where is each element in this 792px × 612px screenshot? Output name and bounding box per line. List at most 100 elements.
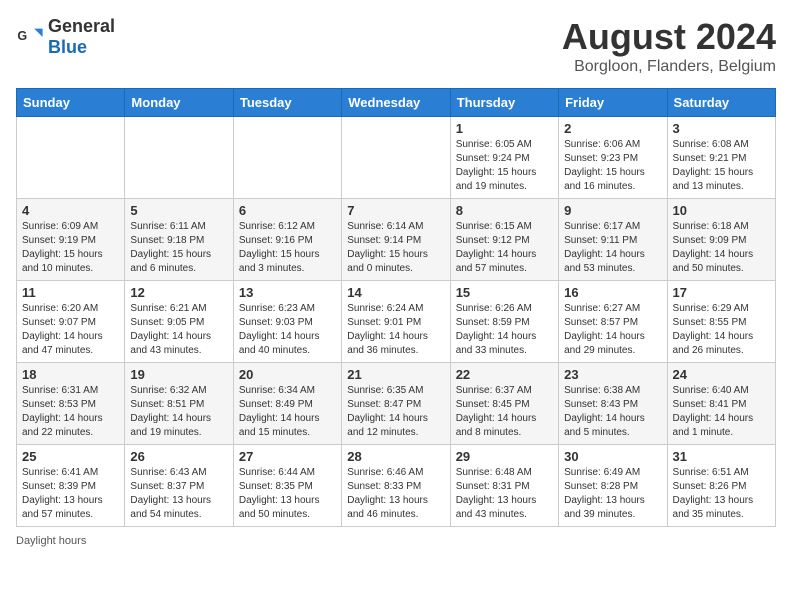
header-day: Tuesday [233, 89, 341, 117]
calendar-cell: 28 Sunrise: 6:46 AM Sunset: 8:33 PM Dayli… [342, 445, 450, 527]
calendar-cell [233, 117, 341, 199]
day-info: Sunrise: 6:29 AM Sunset: 8:55 PM Dayligh… [673, 302, 770, 358]
day-info: Sunrise: 6:49 AM Sunset: 8:28 PM Dayligh… [564, 466, 661, 522]
calendar-cell: 23 Sunrise: 6:38 AM Sunset: 8:43 PM Dayli… [559, 363, 667, 445]
calendar-cell: 10Sunrise: 6:18 AM Sunset: 9:09 PM Dayli… [667, 199, 775, 281]
day-number: 31 [673, 449, 770, 464]
calendar-header: SundayMondayTuesdayWednesdayThursdayFrid… [17, 89, 776, 117]
day-info: Sunrise: 6:46 AM Sunset: 8:33 PM Dayligh… [347, 466, 444, 522]
calendar-cell: 29Sunrise: 6:48 AM Sunset: 8:31 PM Dayli… [450, 445, 558, 527]
day-info: Sunrise: 6:23 AM Sunset: 9:03 PM Dayligh… [239, 302, 336, 358]
calendar-cell: 31 Sunrise: 6:51 AM Sunset: 8:26 PM Dayli… [667, 445, 775, 527]
day-number: 22 [456, 367, 553, 382]
page-header: G General Blue August 2024 Borgloon, Fla… [16, 16, 776, 76]
day-number: 18 [22, 367, 119, 382]
logo: G General Blue [16, 16, 115, 58]
day-number: 21 [347, 367, 444, 382]
calendar-cell: 11Sunrise: 6:20 AM Sunset: 9:07 PM Dayli… [17, 281, 125, 363]
day-number: 4 [22, 203, 119, 218]
calendar-cell: 12Sunrise: 6:21 AM Sunset: 9:05 PM Dayli… [125, 281, 233, 363]
svg-text:G: G [17, 29, 27, 43]
day-info: Sunrise: 6:32 AM Sunset: 8:51 PM Dayligh… [130, 384, 227, 440]
calendar-cell: 13 Sunrise: 6:23 AM Sunset: 9:03 PM Dayli… [233, 281, 341, 363]
header-day: Saturday [667, 89, 775, 117]
calendar-cell: 5Sunrise: 6:11 AM Sunset: 9:18 PM Daylig… [125, 199, 233, 281]
calendar-cell [17, 117, 125, 199]
logo-wordmark: General Blue [48, 16, 115, 58]
calendar-cell: 8 Sunrise: 6:15 AM Sunset: 9:12 PM Daylig… [450, 199, 558, 281]
day-info: Sunrise: 6:27 AM Sunset: 8:57 PM Dayligh… [564, 302, 661, 358]
calendar-cell: 4 Sunrise: 6:09 AM Sunset: 9:19 PM Daylig… [17, 199, 125, 281]
day-number: 15 [456, 285, 553, 300]
header-row: SundayMondayTuesdayWednesdayThursdayFrid… [17, 89, 776, 117]
day-number: 27 [239, 449, 336, 464]
calendar-row: 4 Sunrise: 6:09 AM Sunset: 9:19 PM Daylig… [17, 199, 776, 281]
day-number: 5 [130, 203, 227, 218]
day-number: 19 [130, 367, 227, 382]
day-info: Sunrise: 6:09 AM Sunset: 9:19 PM Dayligh… [22, 220, 119, 276]
header-day: Friday [559, 89, 667, 117]
day-number: 8 [456, 203, 553, 218]
calendar-cell: 2Sunrise: 6:06 AM Sunset: 9:23 PM Daylig… [559, 117, 667, 199]
day-number: 23 [564, 367, 661, 382]
calendar-cell: 20 Sunrise: 6:34 AM Sunset: 8:49 PM Dayli… [233, 363, 341, 445]
day-number: 28 [347, 449, 444, 464]
calendar-cell: 25Sunrise: 6:41 AM Sunset: 8:39 PM Dayli… [17, 445, 125, 527]
day-info: Sunrise: 6:37 AM Sunset: 8:45 PM Dayligh… [456, 384, 553, 440]
day-info: Sunrise: 6:24 AM Sunset: 9:01 PM Dayligh… [347, 302, 444, 358]
day-number: 9 [564, 203, 661, 218]
header-day: Sunday [17, 89, 125, 117]
day-number: 16 [564, 285, 661, 300]
day-number: 3 [673, 121, 770, 136]
day-info: Sunrise: 6:05 AM Sunset: 9:24 PM Dayligh… [456, 138, 553, 194]
header-day: Thursday [450, 89, 558, 117]
day-info: Sunrise: 6:08 AM Sunset: 9:21 PM Dayligh… [673, 138, 770, 194]
day-info: Sunrise: 6:21 AM Sunset: 9:05 PM Dayligh… [130, 302, 227, 358]
calendar-cell: 14 Sunrise: 6:24 AM Sunset: 9:01 PM Dayli… [342, 281, 450, 363]
day-number: 7 [347, 203, 444, 218]
calendar-row: 11Sunrise: 6:20 AM Sunset: 9:07 PM Dayli… [17, 281, 776, 363]
day-number: 13 [239, 285, 336, 300]
title-section: August 2024 Borgloon, Flanders, Belgium [562, 16, 776, 76]
calendar-cell: 17Sunrise: 6:29 AM Sunset: 8:55 PM Dayli… [667, 281, 775, 363]
day-info: Sunrise: 6:12 AM Sunset: 9:16 PM Dayligh… [239, 220, 336, 276]
day-info: Sunrise: 6:17 AM Sunset: 9:11 PM Dayligh… [564, 220, 661, 276]
logo-blue: Blue [48, 37, 87, 57]
calendar-cell: 18 Sunrise: 6:31 AM Sunset: 8:53 PM Dayli… [17, 363, 125, 445]
day-number: 1 [456, 121, 553, 136]
calendar-cell: 22 Sunrise: 6:37 AM Sunset: 8:45 PM Dayli… [450, 363, 558, 445]
day-number: 11 [22, 285, 119, 300]
calendar-cell: 9 Sunrise: 6:17 AM Sunset: 9:11 PM Daylig… [559, 199, 667, 281]
calendar-row: 25Sunrise: 6:41 AM Sunset: 8:39 PM Dayli… [17, 445, 776, 527]
day-info: Sunrise: 6:38 AM Sunset: 8:43 PM Dayligh… [564, 384, 661, 440]
day-info: Sunrise: 6:15 AM Sunset: 9:12 PM Dayligh… [456, 220, 553, 276]
calendar-cell: 3 Sunrise: 6:08 AM Sunset: 9:21 PM Daylig… [667, 117, 775, 199]
calendar-cell: 1 Sunrise: 6:05 AM Sunset: 9:24 PM Daylig… [450, 117, 558, 199]
day-number: 20 [239, 367, 336, 382]
day-info: Sunrise: 6:40 AM Sunset: 8:41 PM Dayligh… [673, 384, 770, 440]
logo-icon: G [16, 23, 44, 51]
month-title: August 2024 [562, 16, 776, 58]
day-info: Sunrise: 6:35 AM Sunset: 8:47 PM Dayligh… [347, 384, 444, 440]
day-info: Sunrise: 6:31 AM Sunset: 8:53 PM Dayligh… [22, 384, 119, 440]
calendar-cell: 7Sunrise: 6:14 AM Sunset: 9:14 PM Daylig… [342, 199, 450, 281]
day-info: Sunrise: 6:41 AM Sunset: 8:39 PM Dayligh… [22, 466, 119, 522]
calendar-table: SundayMondayTuesdayWednesdayThursdayFrid… [16, 88, 776, 527]
calendar-cell: 21 Sunrise: 6:35 AM Sunset: 8:47 PM Dayli… [342, 363, 450, 445]
footer: Daylight hours [16, 535, 776, 547]
day-number: 14 [347, 285, 444, 300]
header-day: Monday [125, 89, 233, 117]
day-info: Sunrise: 6:26 AM Sunset: 8:59 PM Dayligh… [456, 302, 553, 358]
calendar-body: 1 Sunrise: 6:05 AM Sunset: 9:24 PM Daylig… [17, 117, 776, 527]
calendar-cell [342, 117, 450, 199]
day-number: 30 [564, 449, 661, 464]
logo-general: General [48, 16, 115, 36]
day-number: 24 [673, 367, 770, 382]
day-info: Sunrise: 6:51 AM Sunset: 8:26 PM Dayligh… [673, 466, 770, 522]
day-number: 29 [456, 449, 553, 464]
calendar-cell: 30 Sunrise: 6:49 AM Sunset: 8:28 PM Dayli… [559, 445, 667, 527]
day-info: Sunrise: 6:43 AM Sunset: 8:37 PM Dayligh… [130, 466, 227, 522]
day-info: Sunrise: 6:34 AM Sunset: 8:49 PM Dayligh… [239, 384, 336, 440]
calendar-cell: 27Sunrise: 6:44 AM Sunset: 8:35 PM Dayli… [233, 445, 341, 527]
footer-label: Daylight hours [16, 535, 86, 547]
